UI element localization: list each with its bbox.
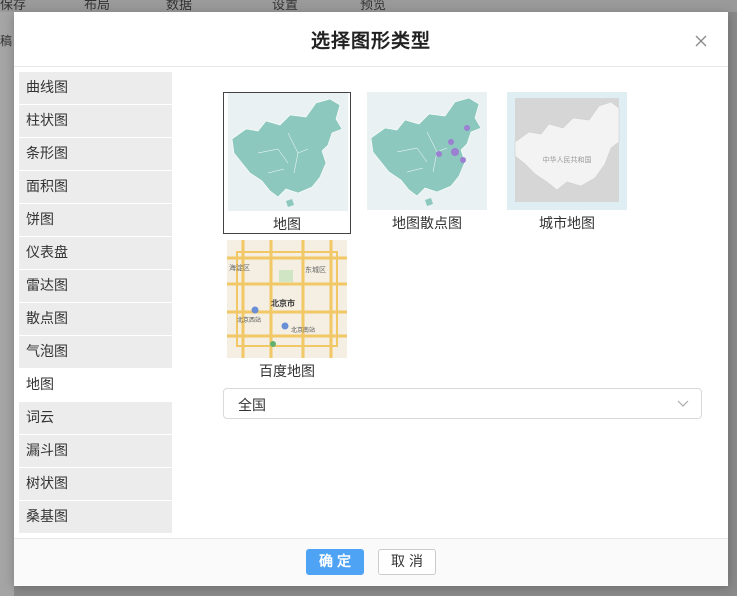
map-option-label: 地图散点图 (392, 216, 462, 232)
background-toolbar: 保存 布局 数据 设置 预览 (0, 0, 737, 12)
dialog-footer: 确定 取消 (14, 538, 728, 586)
dialog-header: 选择图形类型 (14, 12, 728, 67)
map-option-baidu-map[interactable]: 东城区 北京市 海淀区 北京西站 北京南站 百度地图 (223, 240, 351, 382)
sidebar-item-column[interactable]: 柱状图 (19, 105, 172, 137)
bg-save-item: 保存 (0, 0, 27, 12)
sidebar-item-scatter[interactable]: 散点图 (19, 303, 172, 335)
sidebar-item-radar[interactable]: 雷达图 (19, 270, 172, 302)
city-map-caption: 中华人民共和国 (543, 155, 592, 164)
map-option-label: 地图 (273, 217, 301, 233)
city-map-icon: 中华人民共和国 (507, 92, 627, 210)
sidebar-item-line[interactable]: 曲线图 (19, 72, 172, 104)
sidebar-item-bar[interactable]: 条形图 (19, 138, 172, 170)
bg-settings-item: 设置 (272, 0, 299, 12)
bg-layout-item: 布局 (84, 0, 111, 12)
baidu-district2-label: 海淀区 (229, 263, 250, 272)
baidu-station1-label: 北京西站 (237, 316, 261, 324)
bg-left-label: 稿 (0, 34, 13, 48)
chart-type-sidebar: 曲线图 柱状图 条形图 面积图 饼图 仪表盘 雷达图 散点图 气泡图 地图 词云… (19, 72, 172, 538)
bg-data-item: 数据 (166, 0, 193, 12)
bg-preview-item: 预览 (360, 0, 387, 12)
baidu-city-label: 北京市 (271, 298, 295, 308)
map-option-label: 城市地图 (539, 216, 595, 232)
sidebar-item-sankey[interactable]: 桑基图 (19, 501, 172, 533)
sidebar-item-gauge[interactable]: 仪表盘 (19, 237, 172, 269)
region-select[interactable]: 全国 (223, 388, 702, 419)
region-select-value: 全国 (238, 398, 266, 414)
china-scatter-map-icon (367, 92, 487, 210)
confirm-button[interactable]: 确定 (306, 549, 364, 575)
sidebar-item-pie[interactable]: 饼图 (19, 204, 172, 236)
background-left-panel: 稿 (0, 12, 14, 596)
chart-type-dialog: 选择图形类型 曲线图 柱状图 条形图 面积图 饼图 仪表盘 雷达图 散点图 气泡… (14, 12, 728, 586)
map-option-scatter-map[interactable]: 地图散点图 (363, 92, 491, 234)
sidebar-item-tree[interactable]: 树状图 (19, 468, 172, 500)
baidu-district-label: 东城区 (305, 265, 326, 274)
sidebar-item-wordcloud[interactable]: 词云 (19, 402, 172, 434)
dialog-title: 选择图形类型 (310, 30, 431, 52)
cancel-button[interactable]: 取消 (378, 549, 436, 575)
sidebar-item-funnel[interactable]: 漏斗图 (19, 435, 172, 467)
map-option-label: 百度地图 (259, 364, 315, 380)
map-option-map[interactable]: 地图 (223, 92, 351, 234)
close-icon[interactable] (694, 34, 708, 48)
baidu-map-icon: 东城区 北京市 海淀区 北京西站 北京南站 (227, 240, 347, 358)
sidebar-item-bubble[interactable]: 气泡图 (19, 336, 172, 368)
chevron-down-icon (677, 400, 689, 407)
china-map-icon (228, 93, 348, 211)
sidebar-item-area[interactable]: 面积图 (19, 171, 172, 203)
baidu-station2-label: 北京南站 (291, 326, 315, 334)
map-option-city-map[interactable]: 中华人民共和国 城市地图 (503, 92, 631, 234)
sidebar-item-map[interactable]: 地图 (19, 369, 172, 401)
